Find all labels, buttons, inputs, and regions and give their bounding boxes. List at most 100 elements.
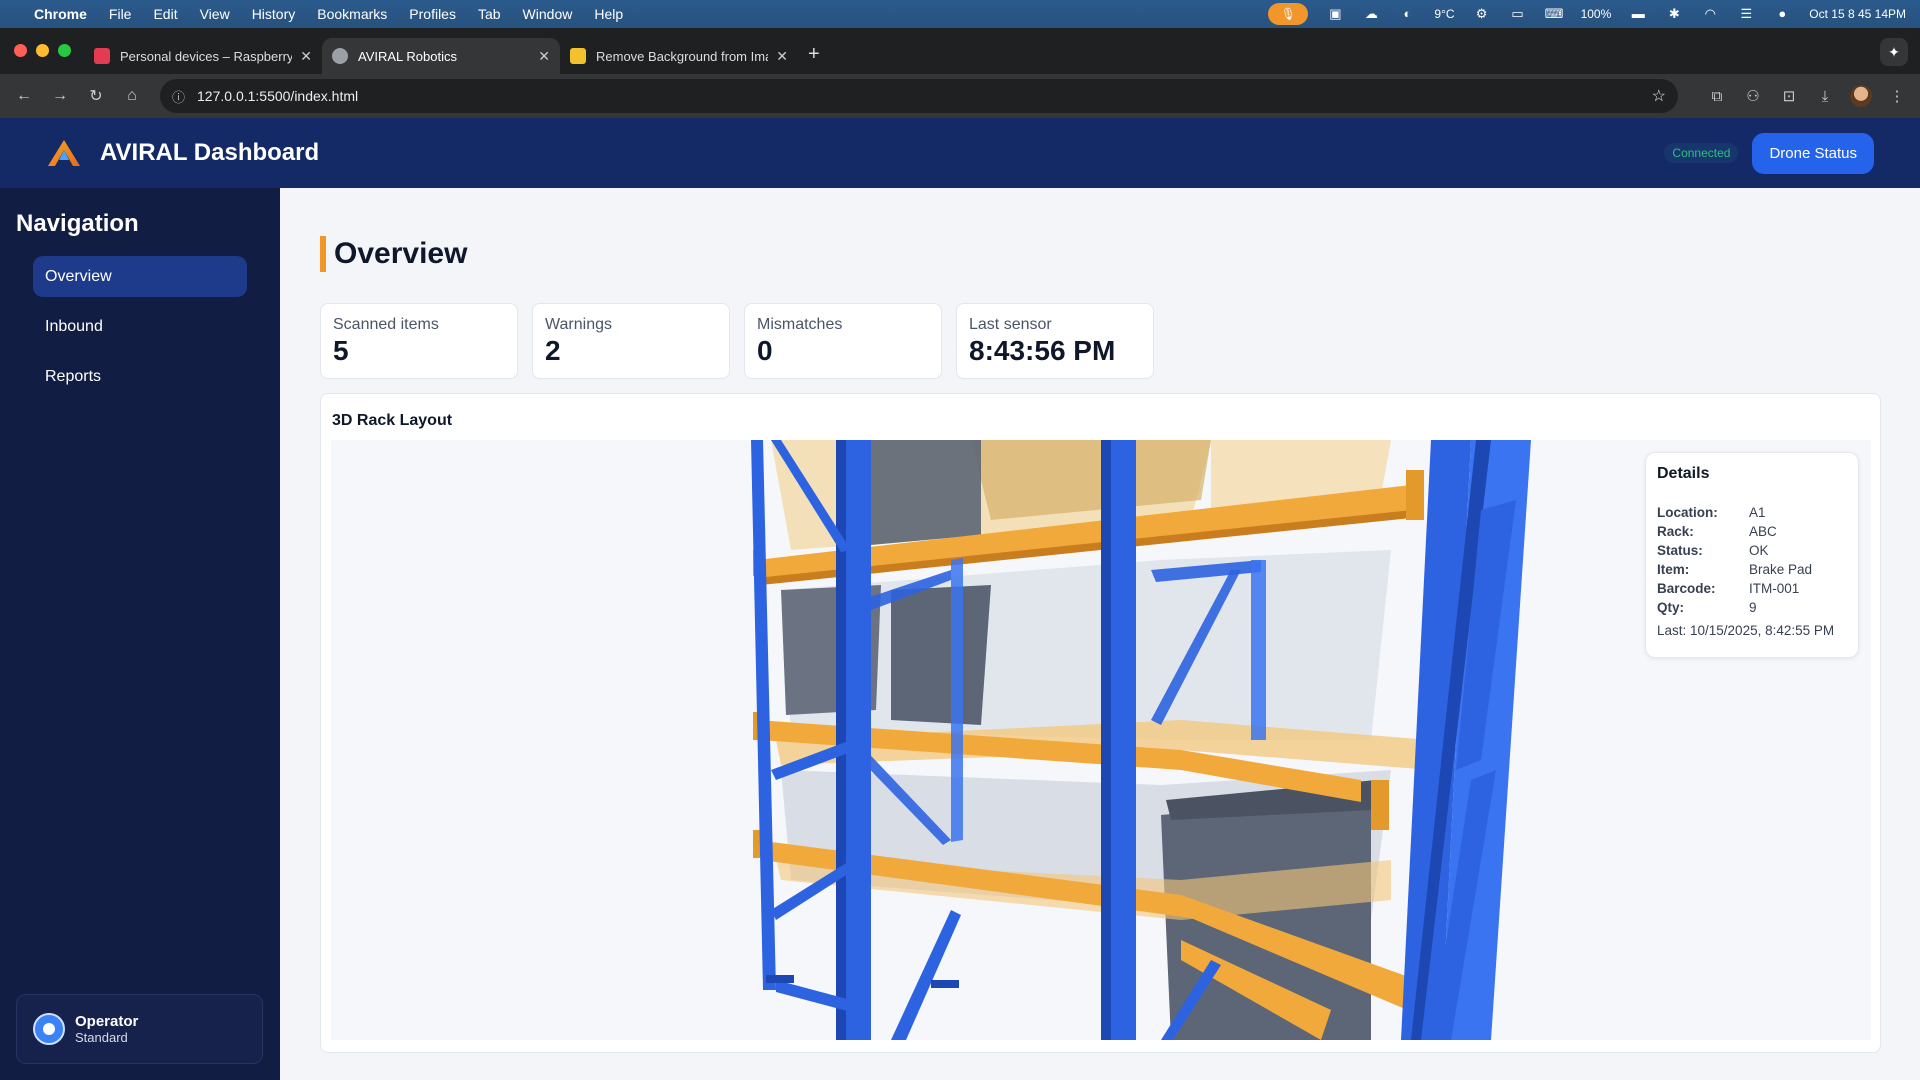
details-key: Location: bbox=[1657, 505, 1718, 520]
menu-edit[interactable]: Edit bbox=[153, 6, 177, 22]
menu-bookmarks[interactable]: Bookmarks bbox=[317, 6, 387, 22]
details-row: Rack: ABC bbox=[1657, 522, 1847, 541]
browser-tab-1[interactable]: Personal devices – Raspberry ✕ bbox=[84, 38, 322, 74]
details-value: OK bbox=[1749, 543, 1769, 558]
details-heading: Details bbox=[1657, 465, 1710, 482]
rack-layout-panel: 3D Rack Layout Details Location: A1 Rack… bbox=[320, 393, 1881, 1053]
sidebar: Navigation Overview Inbound Reports Oper… bbox=[0, 188, 280, 1080]
menu-kebab-icon[interactable]: ⋮ bbox=[1886, 87, 1908, 105]
window-controls bbox=[14, 44, 71, 57]
gemini-icon[interactable]: ✦ bbox=[1880, 38, 1908, 66]
close-window-button[interactable] bbox=[14, 44, 27, 57]
stat-card-warnings: Warnings 2 bbox=[532, 303, 730, 379]
clock[interactable]: Oct 15 8 45 14PM bbox=[1809, 7, 1906, 21]
menu-window[interactable]: Window bbox=[523, 6, 573, 22]
close-tab-icon[interactable]: ✕ bbox=[538, 48, 550, 65]
creative-cloud-icon[interactable]: ☁ bbox=[1362, 7, 1380, 21]
stat-value: 0 bbox=[757, 335, 773, 366]
minimize-window-button[interactable] bbox=[36, 44, 49, 57]
app-header: AVIRAL Dashboard Connected Drone Status bbox=[0, 118, 1920, 188]
menu-view[interactable]: View bbox=[200, 6, 230, 22]
back-icon[interactable]: ← bbox=[12, 87, 36, 105]
app-title: AVIRAL Dashboard bbox=[100, 139, 320, 166]
menu-app-name[interactable]: Chrome bbox=[34, 6, 87, 22]
sidebar-item-reports[interactable]: Reports bbox=[33, 356, 247, 397]
image-favicon-icon bbox=[570, 48, 586, 64]
details-key: Rack: bbox=[1657, 524, 1694, 539]
menu-file[interactable]: File bbox=[109, 6, 132, 22]
browser-tab-3[interactable]: Remove Background from Ima ✕ bbox=[560, 38, 798, 74]
details-row: Location: A1 bbox=[1657, 503, 1847, 522]
rack-3d-render[interactable] bbox=[331, 440, 1871, 1040]
battery-percent: 100% bbox=[1580, 7, 1612, 21]
browser-toolbar: ← → ↻ ⌂ ⓘ 127.0.0.1:5500/index.html ☆ ⧉ … bbox=[0, 74, 1920, 118]
extensions-icon[interactable]: ⧉ bbox=[1706, 88, 1728, 105]
display-icon[interactable]: ▭ bbox=[1509, 7, 1527, 21]
rack-layout-title: 3D Rack Layout bbox=[332, 412, 453, 429]
battery-icon[interactable]: ▬ bbox=[1629, 7, 1647, 21]
operator-level: Standard bbox=[75, 1030, 128, 1045]
globe-favicon-icon bbox=[332, 48, 348, 64]
weather-text[interactable]: 9°C bbox=[1434, 7, 1454, 21]
stat-card-scanned: Scanned items 5 bbox=[320, 303, 518, 379]
tab-title: AVIRAL Robotics bbox=[358, 48, 457, 64]
details-row: Status: OK bbox=[1657, 541, 1847, 560]
stat-label: Mismatches bbox=[757, 316, 843, 333]
site-info-icon[interactable]: ⓘ bbox=[172, 87, 185, 106]
close-tab-icon[interactable]: ✕ bbox=[300, 48, 312, 65]
drone-status-button[interactable]: Drone Status bbox=[1752, 132, 1874, 174]
tab-title: Personal devices – Raspberry bbox=[120, 48, 293, 64]
forward-icon[interactable]: → bbox=[48, 87, 72, 105]
url-text[interactable]: 127.0.0.1:5500/index.html bbox=[197, 88, 358, 104]
operator-card[interactable]: Operator Standard bbox=[16, 994, 263, 1064]
wifi-icon[interactable]: ◠ bbox=[1701, 7, 1719, 21]
new-tab-icon[interactable]: + bbox=[808, 43, 820, 66]
3d-rack-canvas[interactable]: Details Location: A1 Rack: ABC Status: O… bbox=[331, 440, 1871, 1040]
control-icon[interactable]: ⚙ bbox=[1473, 7, 1491, 21]
screen-search-icon[interactable]: ⊡ bbox=[1778, 87, 1800, 105]
profile-avatar[interactable] bbox=[1850, 85, 1872, 107]
details-row: Item: Brake Pad bbox=[1657, 560, 1847, 579]
download-icon[interactable]: ⤓ bbox=[1814, 88, 1836, 105]
details-key: Barcode: bbox=[1657, 581, 1716, 596]
sidebar-title: Navigation bbox=[16, 210, 139, 237]
keyboard-icon[interactable]: ⌨ bbox=[1545, 7, 1564, 21]
stat-value: 2 bbox=[545, 335, 561, 366]
home-icon[interactable]: ⌂ bbox=[120, 87, 144, 105]
incognito-icon[interactable]: ⚇ bbox=[1742, 87, 1764, 105]
outlook-icon[interactable]: ▣ bbox=[1326, 7, 1344, 21]
reload-icon[interactable]: ↻ bbox=[84, 86, 108, 106]
menu-help[interactable]: Help bbox=[594, 6, 623, 22]
zoom-window-button[interactable] bbox=[58, 44, 71, 57]
menu-profiles[interactable]: Profiles bbox=[409, 6, 456, 22]
details-key: Item: bbox=[1657, 562, 1690, 577]
menu-tab[interactable]: Tab bbox=[478, 6, 501, 22]
app-viewport: AVIRAL Dashboard Connected Drone Status … bbox=[0, 118, 1920, 1080]
raspberry-favicon-icon bbox=[94, 48, 110, 64]
bookmark-star-icon[interactable]: ☆ bbox=[1652, 86, 1666, 106]
close-tab-icon[interactable]: ✕ bbox=[776, 48, 788, 65]
details-key: Qty: bbox=[1657, 600, 1684, 615]
menu-history[interactable]: History bbox=[252, 6, 296, 22]
microphone-icon[interactable]: 🎙 bbox=[1268, 3, 1309, 25]
vpn-icon[interactable]: ◐ bbox=[1398, 7, 1416, 21]
details-row: Qty: 9 bbox=[1657, 598, 1847, 617]
stat-value: 8:43:56 PM bbox=[969, 335, 1116, 366]
siri-icon[interactable]: ● bbox=[1773, 7, 1791, 21]
address-bar[interactable]: ⓘ 127.0.0.1:5500/index.html ☆ bbox=[160, 79, 1678, 113]
details-last-updated: Last: 10/15/2025, 8:42:55 PM bbox=[1657, 623, 1835, 638]
macos-menubar: Chrome File Edit View History Bookmarks … bbox=[0, 0, 1920, 28]
tab-strip: Personal devices – Raspberry ✕ AVIRAL Ro… bbox=[0, 28, 1920, 74]
aviral-logo-icon bbox=[48, 140, 80, 166]
sidebar-item-inbound[interactable]: Inbound bbox=[33, 306, 247, 347]
details-panel: Details Location: A1 Rack: ABC Status: O… bbox=[1645, 452, 1859, 658]
sidebar-item-overview[interactable]: Overview bbox=[33, 256, 247, 297]
browser-tab-2[interactable]: AVIRAL Robotics ✕ bbox=[322, 38, 560, 74]
stat-label: Warnings bbox=[545, 316, 612, 333]
control-center-icon[interactable]: ☰ bbox=[1737, 7, 1755, 21]
connection-status-badge: Connected bbox=[1664, 143, 1739, 163]
bluetooth-icon[interactable]: ✱ bbox=[1665, 7, 1683, 21]
stat-value: 5 bbox=[333, 335, 349, 366]
stat-label: Last sensor bbox=[969, 316, 1052, 333]
details-value: A1 bbox=[1749, 505, 1766, 520]
